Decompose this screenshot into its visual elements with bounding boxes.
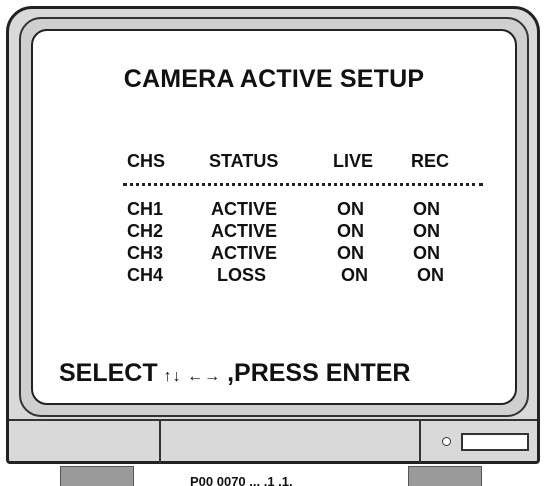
panel-divider-left bbox=[159, 421, 161, 463]
panel-divider-right bbox=[419, 421, 421, 463]
stand-foot-right bbox=[408, 466, 482, 486]
row-ch1-live[interactable]: ON bbox=[337, 199, 364, 220]
row-ch2-channel[interactable]: CH2 bbox=[127, 221, 163, 242]
row-ch3-rec[interactable]: ON bbox=[413, 243, 440, 264]
row-ch2-rec[interactable]: ON bbox=[413, 221, 440, 242]
row-ch3-channel[interactable]: CH3 bbox=[127, 243, 163, 264]
row-ch4-live[interactable]: ON bbox=[341, 265, 368, 286]
page-title: CAMERA ACTIVE SETUP bbox=[123, 65, 425, 93]
power-led-icon bbox=[442, 437, 451, 446]
row-ch2-status[interactable]: ACTIVE bbox=[211, 221, 277, 242]
column-header-chs: CHS bbox=[127, 151, 166, 171]
row-ch3-status[interactable]: ACTIVE bbox=[211, 243, 277, 264]
footer-instruction: SELECT ↑↓ ←→ ,PRESS ENTER bbox=[59, 359, 410, 388]
row-ch4-rec[interactable]: ON bbox=[417, 265, 444, 286]
monitor-bezel: CAMERA ACTIVE SETUP CHS STATUS LIVE REC … bbox=[19, 17, 529, 417]
monitor-illustration: CAMERA ACTIVE SETUP CHS STATUS LIVE REC … bbox=[0, 0, 548, 486]
press-enter-label: ,PRESS ENTER bbox=[227, 359, 411, 387]
header-divider bbox=[123, 183, 483, 186]
navigation-arrows-icon: ↑↓ ←→ bbox=[163, 368, 222, 385]
stand-foot-left bbox=[60, 466, 134, 486]
row-ch1-channel[interactable]: CH1 bbox=[127, 199, 163, 220]
bottom-caption: P00 0070 ... .1 .1. bbox=[190, 474, 293, 486]
osd-screen: CAMERA ACTIVE SETUP CHS STATUS LIVE REC … bbox=[31, 29, 517, 405]
select-label: SELECT bbox=[59, 359, 158, 387]
column-header-rec: REC bbox=[411, 151, 450, 171]
row-ch1-rec[interactable]: ON bbox=[413, 199, 440, 220]
power-slot-button[interactable] bbox=[461, 433, 529, 451]
row-ch2-live[interactable]: ON bbox=[337, 221, 364, 242]
row-ch1-status[interactable]: ACTIVE bbox=[211, 199, 277, 220]
row-ch4-status[interactable]: LOSS bbox=[217, 265, 266, 286]
row-ch4-channel[interactable]: CH4 bbox=[127, 265, 163, 286]
monitor-case: CAMERA ACTIVE SETUP CHS STATUS LIVE REC … bbox=[6, 6, 540, 464]
row-ch3-live[interactable]: ON bbox=[337, 243, 364, 264]
column-header-status: STATUS bbox=[209, 151, 279, 171]
column-header-live: LIVE bbox=[333, 151, 374, 171]
monitor-base-panel bbox=[9, 419, 537, 463]
